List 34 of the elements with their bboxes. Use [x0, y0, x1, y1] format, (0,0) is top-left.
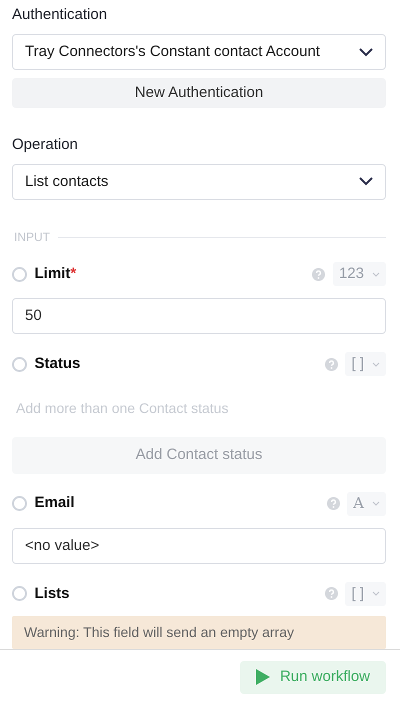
chevron-down-icon — [372, 272, 380, 277]
chevron-down-icon — [372, 501, 380, 506]
chevron-down-icon — [359, 177, 373, 186]
field-label: Authentication — [12, 5, 108, 25]
run-workflow-button[interactable]: Run workflow — [240, 660, 386, 694]
field-label: Lists — [34, 584, 70, 604]
field-label: Operation — [12, 134, 79, 155]
field-label: Email — [34, 493, 75, 514]
help-icon — [324, 587, 338, 600]
field-label: Limit* — [34, 264, 76, 284]
radio-button[interactable] — [12, 496, 27, 512]
new-authentication-button[interactable]: New Authentication — [12, 78, 386, 108]
chevron-down-icon — [372, 362, 380, 367]
dropdown[interactable]: List contacts — [12, 164, 386, 200]
chevron-down-icon — [359, 48, 373, 57]
help-icon — [326, 497, 340, 510]
input-field[interactable]: <no value> — [12, 528, 386, 564]
field-label: Status — [34, 354, 80, 374]
type-selector[interactable]: [ ] — [345, 582, 386, 606]
type-selector[interactable]: 123 — [332, 262, 386, 286]
radio-button[interactable] — [12, 266, 27, 282]
type-selector[interactable]: [ ] — [345, 352, 386, 376]
help-icon — [324, 358, 338, 371]
chevron-down-icon — [372, 591, 380, 596]
play-icon — [256, 669, 270, 685]
add-contact-status-button[interactable]: Add Contact status — [12, 437, 386, 474]
help-icon — [312, 268, 326, 281]
input-field[interactable]: 50 — [12, 298, 386, 334]
section-heading: INPUT — [14, 229, 50, 246]
type-selector[interactable]: A — [347, 492, 386, 516]
dropdown[interactable]: Tray Connectors's Constant contact Account — [12, 34, 386, 70]
warning-message: Warning: This field will send an empty array — [12, 616, 386, 649]
radio-button[interactable] — [12, 356, 27, 372]
radio-button[interactable] — [12, 586, 27, 602]
